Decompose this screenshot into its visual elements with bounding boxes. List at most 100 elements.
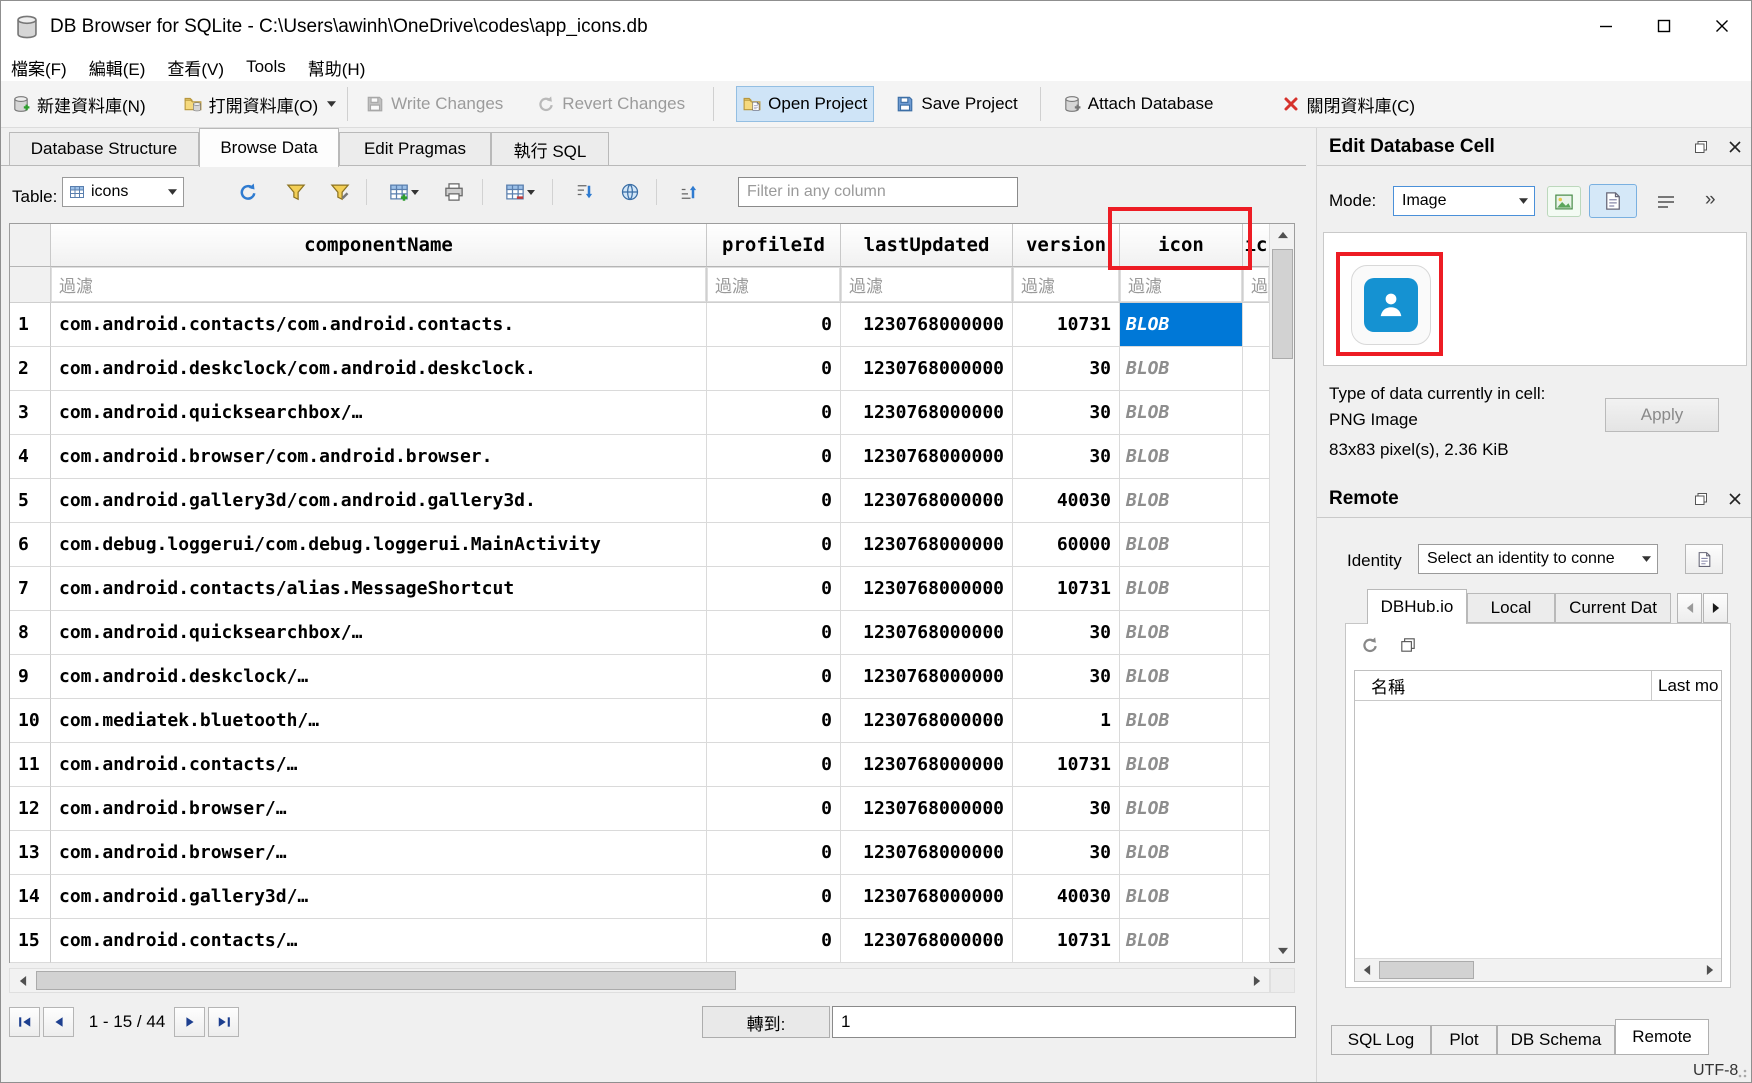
table-vertical-scrollbar[interactable]: [1269, 224, 1294, 962]
import-image-button[interactable]: [1547, 186, 1581, 217]
remote-tab-local[interactable]: Local: [1467, 593, 1555, 623]
cell-componentName[interactable]: com.android.browser/com.android.browser.: [51, 435, 707, 479]
remote-clone-button[interactable]: [1394, 632, 1422, 658]
filter-icon[interactable]: 過濾: [1120, 267, 1243, 303]
cell-profileId[interactable]: 0: [707, 523, 841, 567]
cell-componentName[interactable]: com.android.contacts/com.android.contact…: [51, 303, 707, 347]
table-row[interactable]: 3 com.android.quicksearchbox/… 0 1230768…: [10, 391, 1270, 435]
col-last-modified[interactable]: Last mo: [1651, 671, 1721, 700]
vertical-scroll-thumb[interactable]: [1272, 249, 1293, 359]
cell-lastUpdated[interactable]: 1230768000000: [841, 787, 1013, 831]
cell-componentName[interactable]: com.android.contacts/…: [51, 919, 707, 963]
filter-profileId[interactable]: 過濾: [707, 267, 841, 303]
scroll-left-button[interactable]: [10, 969, 35, 992]
cell-extra[interactable]: [1243, 743, 1270, 787]
import-certificate-button[interactable]: [1685, 544, 1723, 574]
cell-icon[interactable]: BLOB: [1120, 919, 1243, 963]
cell-version[interactable]: 10731: [1013, 743, 1120, 787]
filter-lastUpdated[interactable]: 過濾: [841, 267, 1013, 303]
more-tools-button[interactable]: »: [1705, 189, 1716, 211]
cell-profileId[interactable]: 0: [707, 435, 841, 479]
cell-componentName[interactable]: com.android.browser/…: [51, 787, 707, 831]
bottom-tab-sql-log[interactable]: SQL Log: [1331, 1025, 1431, 1055]
clear-filters-button[interactable]: [278, 177, 314, 207]
cell-lastUpdated[interactable]: 1230768000000: [841, 347, 1013, 391]
table-row[interactable]: 12 com.android.browser/… 0 1230768000000…: [10, 787, 1270, 831]
cell-icon[interactable]: BLOB: [1120, 479, 1243, 523]
last-page-button[interactable]: [208, 1007, 239, 1037]
bottom-tab-remote[interactable]: Remote: [1615, 1019, 1709, 1055]
cell-icon[interactable]: BLOB: [1120, 743, 1243, 787]
bottom-tab-db-schema[interactable]: DB Schema: [1497, 1025, 1615, 1055]
cell-lastUpdated[interactable]: 1230768000000: [841, 831, 1013, 875]
table-row[interactable]: 5 com.android.gallery3d/com.android.gall…: [10, 479, 1270, 523]
col-name[interactable]: 名稱: [1355, 671, 1651, 700]
cell-lastUpdated[interactable]: 1230768000000: [841, 919, 1013, 963]
table-row[interactable]: 9 com.android.deskclock/… 0 123076800000…: [10, 655, 1270, 699]
new-database-button[interactable]: 新建資料庫(N): [6, 85, 152, 124]
table-row[interactable]: 1 com.android.contacts/com.android.conta…: [10, 303, 1270, 347]
cell-componentName[interactable]: com.debug.loggerui/com.debug.loggerui.Ma…: [51, 523, 707, 567]
table-horizontal-scrollbar[interactable]: [9, 968, 1270, 993]
filter-any-column-input[interactable]: [738, 177, 1018, 207]
cell-profileId[interactable]: 0: [707, 875, 841, 919]
bottom-tab-plot[interactable]: Plot: [1431, 1025, 1497, 1055]
undock-panel-button[interactable]: [1689, 488, 1713, 510]
cell-extra[interactable]: [1243, 479, 1270, 523]
first-page-button[interactable]: [9, 1007, 40, 1037]
cell-extra[interactable]: [1243, 699, 1270, 743]
cell-componentName[interactable]: com.android.gallery3d/com.android.galler…: [51, 479, 707, 523]
cell-version[interactable]: 10731: [1013, 567, 1120, 611]
sort-ascending-button[interactable]: [566, 177, 602, 207]
cell-componentName[interactable]: com.android.gallery3d/…: [51, 875, 707, 919]
minimize-button[interactable]: [1577, 1, 1635, 51]
scroll-right-button[interactable]: [1244, 969, 1269, 992]
remote-refresh-button[interactable]: [1356, 632, 1384, 658]
cell-profileId[interactable]: 0: [707, 831, 841, 875]
cell-profileId[interactable]: 0: [707, 567, 841, 611]
write-changes-button[interactable]: Write Changes: [360, 87, 509, 121]
resize-grip[interactable]: [1734, 1065, 1748, 1079]
cell-profileId[interactable]: 0: [707, 479, 841, 523]
open-project-button[interactable]: Open Project: [736, 86, 874, 122]
undock-panel-button[interactable]: [1689, 136, 1713, 158]
cell-version[interactable]: 30: [1013, 787, 1120, 831]
cell-version[interactable]: 60000: [1013, 523, 1120, 567]
cell-profileId[interactable]: 0: [707, 655, 841, 699]
cell-profileId[interactable]: 0: [707, 787, 841, 831]
cell-lastUpdated[interactable]: 1230768000000: [841, 523, 1013, 567]
tab-database-structure[interactable]: Database Structure: [9, 132, 199, 166]
cell-lastUpdated[interactable]: 1230768000000: [841, 875, 1013, 919]
identity-select[interactable]: Select an identity to conne: [1418, 544, 1658, 574]
cell-extra[interactable]: [1243, 347, 1270, 391]
cell-extra[interactable]: [1243, 831, 1270, 875]
apply-button[interactable]: Apply: [1605, 398, 1719, 432]
cell-lastUpdated[interactable]: 1230768000000: [841, 391, 1013, 435]
table-select[interactable]: icons: [62, 177, 184, 207]
cell-componentName[interactable]: com.android.contacts/alias.MessageShortc…: [51, 567, 707, 611]
cell-profileId[interactable]: 0: [707, 919, 841, 963]
cell-icon[interactable]: BLOB: [1120, 391, 1243, 435]
cell-lastUpdated[interactable]: 1230768000000: [841, 435, 1013, 479]
tab-browse-data[interactable]: Browse Data: [199, 128, 339, 167]
open-database-button[interactable]: 打開資料庫(O): [178, 85, 325, 124]
browse-globe-button[interactable]: [612, 177, 648, 207]
table-row[interactable]: 11 com.android.contacts/… 0 123076800000…: [10, 743, 1270, 787]
refresh-button[interactable]: [230, 177, 266, 207]
table-row[interactable]: 14 com.android.gallery3d/… 0 12307680000…: [10, 875, 1270, 919]
cell-componentName[interactable]: com.android.deskclock/…: [51, 655, 707, 699]
horizontal-scroll-thumb[interactable]: [1379, 961, 1474, 979]
edit-filters-button[interactable]: [322, 177, 358, 207]
cell-profileId[interactable]: 0: [707, 743, 841, 787]
col-icon[interactable]: icon: [1120, 224, 1243, 267]
remote-tab-dbhub[interactable]: DBHub.io: [1367, 589, 1467, 624]
menu-view[interactable]: 查看(V): [156, 53, 235, 81]
tabs-scroll-left-button[interactable]: [1677, 593, 1702, 623]
cell-version[interactable]: 30: [1013, 655, 1120, 699]
attach-database-button[interactable]: Attach Database: [1057, 87, 1220, 121]
cell-componentName[interactable]: com.android.quicksearchbox/…: [51, 391, 707, 435]
cell-componentName[interactable]: com.android.quicksearchbox/…: [51, 611, 707, 655]
cell-extra[interactable]: [1243, 523, 1270, 567]
cell-icon[interactable]: BLOB: [1120, 303, 1243, 347]
remote-horizontal-scrollbar[interactable]: [1355, 958, 1721, 981]
